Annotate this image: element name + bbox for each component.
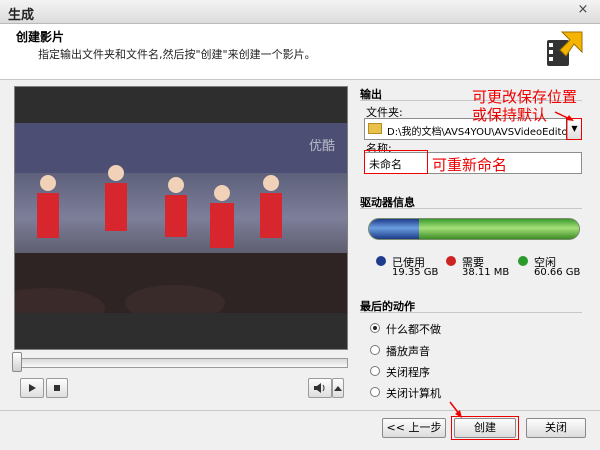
annotation-arrows [449,111,574,418]
